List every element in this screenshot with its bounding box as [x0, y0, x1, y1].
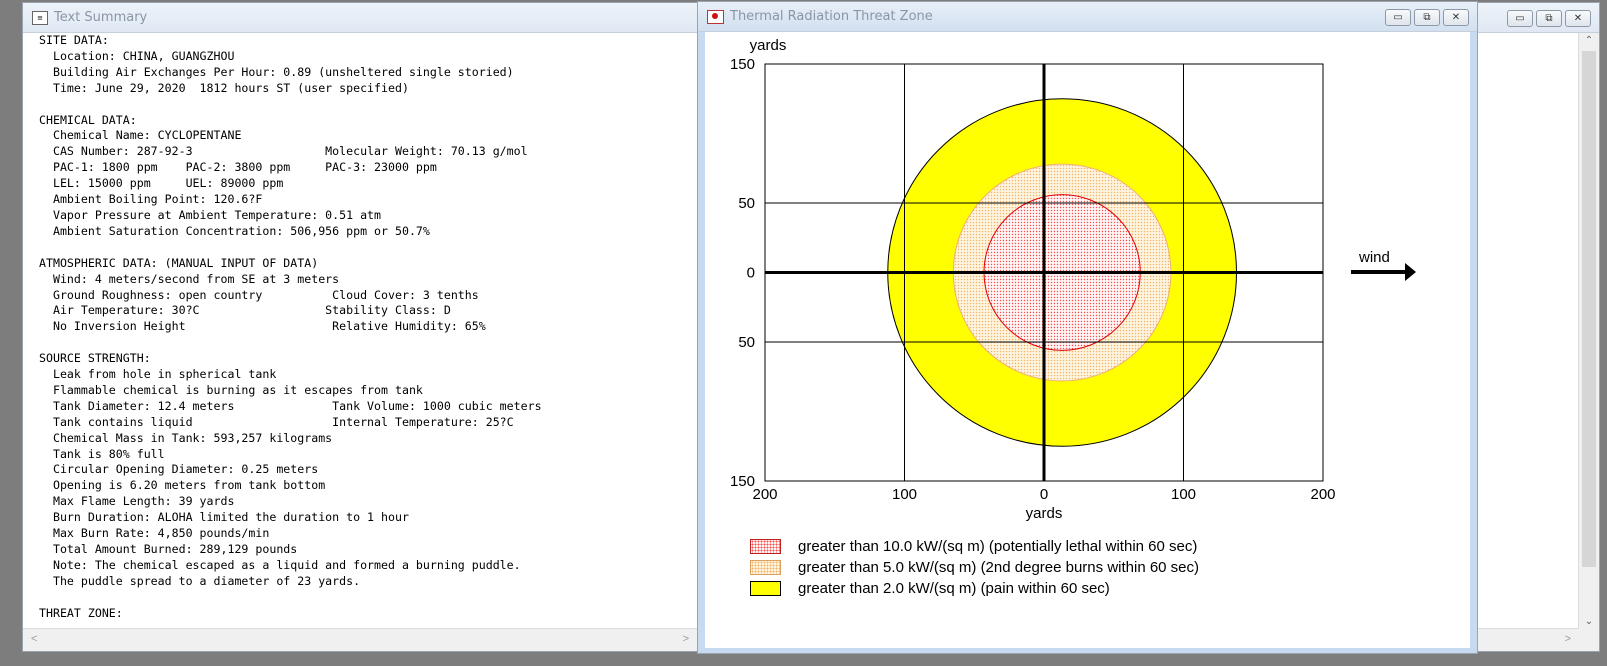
scroll-down-arrow-icon[interactable]: ⌄ [1579, 616, 1599, 627]
summary-line: Building Air Exchanges Per Hour: 0.89 (u… [39, 64, 514, 79]
legend-label: greater than 5.0 kW/(sq m) (2nd degree b… [798, 558, 1200, 576]
summary-line: Tank Diameter: 12.4 meters Tank Volume: … [39, 398, 542, 413]
summary-line: Total Amount Burned: 289,129 pounds [39, 542, 298, 556]
summary-line: Tank contains liquid Internal Temperatur… [39, 414, 514, 429]
text-summary-titlebar[interactable]: ≡ Text Summary [23, 3, 697, 33]
legend-swatch-orange [750, 559, 781, 575]
minimize-button[interactable]: ▭ [1385, 9, 1411, 26]
summary-line: SOURCE STRENGTH: [39, 351, 151, 366]
maximize-button[interactable]: ⧉ [1536, 10, 1562, 27]
legend-label: greater than 2.0 kW/(sq m) (pain within … [798, 579, 1110, 597]
summary-line: Opening is 6.20 meters from tank bottom [39, 478, 326, 493]
summary-line: Chemical Name: CYCLOPENTANE [39, 128, 242, 143]
scroll-up-arrow-icon[interactable]: ⌃ [1579, 35, 1599, 46]
x-axis-label: yards [1026, 505, 1063, 522]
scroll-right-arrow-icon[interactable]: > [683, 633, 689, 645]
summary-line: Flammable chemical is burning as it esca… [39, 382, 423, 397]
summary-line: Tank is 80% full [39, 446, 165, 461]
text-summary-horizontal-scrollbar[interactable]: < > [23, 628, 697, 651]
summary-line: Ambient Saturation Concentration: 506,95… [39, 223, 430, 238]
x-tick-label: 200 [1310, 486, 1335, 503]
x-tick-label: 0 [1040, 486, 1048, 503]
summary-line: Leak from hole in spherical tank [39, 367, 277, 382]
summary-line: Time: June 29, 2020 1812 hours ST (user … [39, 80, 409, 95]
legend-item-pain: greater than 2.0 kW/(sq m) (pain within … [750, 578, 1470, 598]
y-tick-label: 0 [747, 265, 755, 282]
summary-line: THREAT ZONE: [39, 605, 123, 620]
summary-line: CAS Number: 287-92-3 Molecular Weight: 7… [39, 144, 528, 159]
vertical-scrollbar[interactable]: ⌃ ⌄ [1578, 33, 1599, 651]
close-button[interactable]: ✕ [1565, 10, 1591, 27]
summary-line: Location: CHINA, GUANGZHOU [39, 48, 235, 63]
minimize-button[interactable]: ▭ [1507, 10, 1533, 27]
summary-line: SITE DATA: [39, 33, 109, 47]
wind-arrow-icon [1405, 263, 1416, 281]
y-tick-label: 50 [738, 334, 755, 351]
text-summary-content: SITE DATA: Location: CHINA, GUANGZHOU Bu… [39, 33, 689, 629]
text-summary-title: Text Summary [54, 10, 148, 25]
y-axis-label: yards [750, 37, 787, 54]
summary-line: LEL: 15000 ppm UEL: 89000 ppm [39, 176, 284, 191]
thermal-radiation-icon [707, 9, 724, 24]
summary-line: Note: The chemical escaped as a liquid a… [39, 557, 521, 572]
summary-line: Circular Opening Diameter: 0.25 meters [39, 462, 319, 477]
summary-line: Vapor Pressure at Ambient Temperature: 0… [39, 207, 382, 222]
scrollbar-thumb[interactable] [1582, 51, 1596, 567]
threat-zone-title: Thermal Radiation Threat Zone [730, 9, 933, 24]
summary-line: Burn Duration: ALOHA limited the duratio… [39, 510, 409, 525]
summary-line [39, 335, 689, 351]
threat-zone-plot-area: 200 100 0 100 200 150 50 0 50 150 yards yards wind … [705, 32, 1470, 648]
wind-label: wind [1358, 249, 1390, 266]
summary-line [39, 590, 689, 606]
scroll-left-arrow-icon[interactable]: < [31, 633, 37, 645]
legend-swatch-yellow [750, 580, 781, 596]
y-tick-label: 150 [730, 56, 755, 73]
text-document-icon: ≡ [32, 10, 48, 25]
legend-item-lethal: greater than 10.0 kW/(sq m) (potentially… [750, 536, 1470, 556]
summary-line: No Inversion Height Relative Humidity: 6… [39, 319, 486, 334]
wind-direction-arrow: wind [1351, 249, 1416, 281]
legend-item-burns: greater than 5.0 kW/(sq m) (2nd degree b… [750, 557, 1470, 577]
summary-line: Wind: 4 meters/second from SE at 3 meter… [39, 271, 340, 286]
summary-line: Air Temperature: 30?C Stability Class: D [39, 303, 451, 318]
x-tick-label: 100 [892, 486, 917, 503]
summary-line: The puddle spread to a diameter of 23 ya… [39, 573, 361, 588]
x-tick-label: 100 [1171, 486, 1196, 503]
text-summary-window: ≡ Text Summary SITE DATA: Location: CHIN… [22, 2, 698, 652]
summary-line [39, 240, 689, 256]
threat-zone-chart: 200 100 0 100 20015050050150yardsyards wind [730, 37, 1416, 522]
summary-line: ATMOSPHERIC DATA: (MANUAL INPUT OF DATA) [39, 255, 319, 270]
maximize-button[interactable]: ⧉ [1414, 9, 1440, 26]
summary-line: CHEMICAL DATA: [39, 112, 137, 127]
threat-zone-titlebar[interactable]: Thermal Radiation Threat Zone ▭ ⧉ ✕ [698, 2, 1477, 32]
legend-swatch-red [750, 538, 781, 554]
threat-zone-window: Thermal Radiation Threat Zone ▭ ⧉ ✕ 200 1 [697, 1, 1478, 654]
summary-line: Max Flame Length: 39 yards [39, 494, 235, 509]
summary-line: Ground Roughness: open country Cloud Cov… [39, 287, 479, 302]
x-tick-label: 200 [752, 486, 777, 503]
y-tick-label: 50 [738, 195, 755, 212]
legend-label: greater than 10.0 kW/(sq m) (potentially… [798, 537, 1198, 555]
y-tick-label: 150 [730, 473, 755, 490]
summary-line: Max Burn Rate: 4,850 pounds/min [39, 526, 270, 541]
scroll-right-arrow-icon[interactable]: > [1565, 633, 1571, 645]
close-button[interactable]: ✕ [1443, 9, 1469, 26]
summary-line: Ambient Boiling Point: 120.6?F [39, 192, 263, 207]
summary-line: PAC-1: 1800 ppm PAC-2: 3800 ppm PAC-3: 2… [39, 160, 437, 175]
summary-line [39, 97, 689, 113]
summary-line: Chemical Mass in Tank: 593,257 kilograms [39, 430, 333, 445]
